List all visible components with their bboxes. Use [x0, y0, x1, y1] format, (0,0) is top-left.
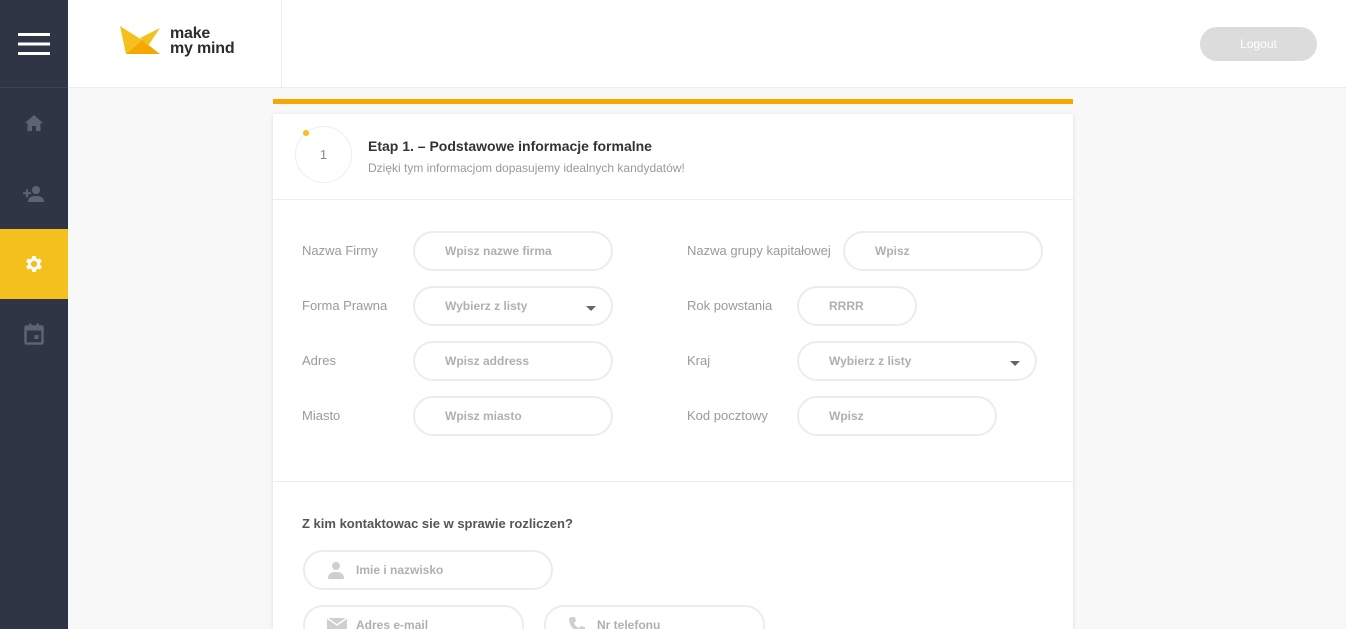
- company-name-label: Nazwa Firmy: [302, 243, 378, 258]
- logo-text: make my mind: [170, 25, 235, 57]
- calendar-icon: [24, 323, 44, 345]
- contact-name-input[interactable]: Imie i nazwisko: [303, 550, 553, 590]
- country-label: Kraj: [687, 353, 711, 368]
- sidebar: [0, 0, 68, 629]
- address-input[interactable]: Wpisz address: [413, 341, 613, 381]
- sidebar-item-add-user[interactable]: [0, 159, 68, 229]
- phone-icon: [569, 617, 585, 629]
- logo-mark-icon: [120, 26, 160, 54]
- city-input[interactable]: Wpisz miasto: [413, 396, 613, 436]
- divider: [273, 199, 1073, 200]
- legal-form-label: Forma Prawna: [302, 298, 388, 313]
- logout-button[interactable]: Logout: [1200, 27, 1317, 61]
- person-add-icon: [23, 186, 44, 202]
- person-icon: [328, 562, 344, 579]
- postal-code-input[interactable]: Wpisz: [797, 396, 997, 436]
- menu-icon[interactable]: [0, 0, 68, 88]
- mail-icon: [327, 617, 347, 629]
- top-header: make my mind Logout: [68, 0, 1346, 88]
- chevron-down-icon: [586, 306, 596, 311]
- city-label: Miasto: [302, 408, 341, 423]
- sidebar-item-calendar[interactable]: [0, 299, 68, 369]
- logo[interactable]: make my mind: [68, 0, 282, 88]
- founded-year-input[interactable]: RRRR: [797, 286, 917, 326]
- postal-code-label: Kod pocztowy: [687, 408, 768, 423]
- contact-question: Z kim kontaktowac sie w sprawie rozlicze…: [302, 516, 573, 531]
- home-icon: [25, 115, 43, 131]
- gear-icon: [26, 256, 42, 272]
- step-title: Etap 1. – Podstawowe informacje formalne: [368, 138, 652, 154]
- card-accent-bar: [273, 99, 1073, 104]
- country-select[interactable]: Wybierz z listy: [797, 341, 1037, 381]
- sidebar-item-settings[interactable]: [0, 229, 68, 299]
- address-label: Adres: [302, 353, 336, 368]
- contact-email-input[interactable]: Adres e-mail: [303, 605, 524, 629]
- company-name-input[interactable]: Wpisz nazwe firma: [413, 231, 613, 271]
- step-indicator-dot: [303, 130, 309, 136]
- step-subtitle: Dzięki tym informacjom dopasujemy idealn…: [368, 161, 685, 175]
- capital-group-input[interactable]: Wpisz: [843, 231, 1043, 271]
- divider: [273, 481, 1073, 482]
- chevron-down-icon: [1010, 361, 1020, 366]
- founded-year-label: Rok powstania: [687, 298, 773, 313]
- sidebar-item-home[interactable]: [0, 88, 68, 158]
- legal-form-select[interactable]: Wybierz z listy: [413, 286, 613, 326]
- capital-group-label: Nazwa grupy kapitałowej: [687, 243, 831, 258]
- form-card: 1 Etap 1. – Podstawowe informacje formal…: [273, 114, 1073, 629]
- contact-phone-input[interactable]: Nr telefonu: [544, 605, 765, 629]
